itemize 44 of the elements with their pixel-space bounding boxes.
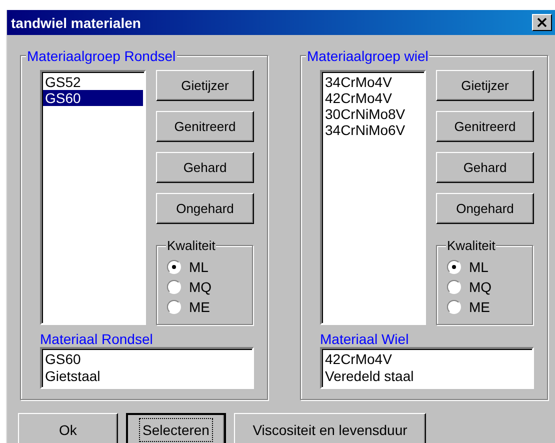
category-button[interactable]: Gehard [436, 152, 534, 183]
material-list[interactable]: 34CrMo4V 42CrMo4V 30CrNiMo8V 34CrNiMo6V [320, 70, 426, 325]
radio-button[interactable] [447, 300, 461, 314]
close-button[interactable] [532, 14, 552, 31]
quality-title: Kwaliteit [166, 238, 216, 253]
dialog-button[interactable]: Viscositeit en levensduur [234, 413, 426, 443]
category-button[interactable]: Gietijzer [156, 70, 254, 101]
category-button[interactable]: Ongehard [156, 193, 254, 224]
group-title: Materiaalgroep wiel [306, 48, 430, 64]
list-item[interactable]: 34CrNiMo6V [323, 122, 423, 138]
radio-button[interactable] [447, 280, 461, 294]
list-item[interactable]: GS60 [43, 90, 143, 106]
category-button[interactable]: Gietijzer [436, 70, 534, 101]
material-text: GS60 [45, 351, 81, 368]
close-icon [537, 18, 547, 27]
list-item[interactable]: 30CrNiMo8V [323, 106, 423, 122]
group-title: Materiaalgroep Rondsel [26, 48, 177, 64]
category-button[interactable]: Ongehard [436, 193, 534, 224]
dialog-button[interactable]: Selecteren [126, 413, 226, 443]
radio-label[interactable]: ME [469, 299, 490, 315]
radio-label[interactable]: ML [469, 259, 488, 275]
quality-title: Kwaliteit [446, 238, 496, 253]
category-button[interactable]: Genitreerd [156, 111, 254, 142]
dialog-button[interactable]: Ok [18, 413, 118, 443]
material-label: Materiaal Rondsel [40, 331, 154, 347]
radio-label[interactable]: ME [189, 299, 210, 315]
category-button[interactable]: Gehard [156, 152, 254, 183]
list-item[interactable]: 42CrMo4V [323, 90, 423, 106]
list-item[interactable]: GS52 [43, 74, 143, 90]
radio-button[interactable] [167, 300, 181, 314]
material-text: 42CrMo4V [325, 351, 392, 368]
material-text: Gietstaal [45, 368, 100, 385]
radio-label[interactable]: ML [189, 259, 208, 275]
radio-label[interactable]: MQ [469, 279, 492, 295]
window-title: tandwiel materialen [11, 14, 141, 30]
radio-label[interactable]: MQ [189, 279, 212, 295]
radio-button[interactable] [167, 260, 181, 274]
material-text: Veredeld staal [325, 368, 414, 385]
material-label: Materiaal Wiel [320, 331, 410, 347]
material-list[interactable]: GS52 GS60 [40, 70, 146, 325]
radio-button[interactable] [167, 280, 181, 294]
radio-button[interactable] [447, 260, 461, 274]
list-item[interactable]: 34CrMo4V [323, 74, 423, 90]
category-button[interactable]: Genitreerd [436, 111, 534, 142]
